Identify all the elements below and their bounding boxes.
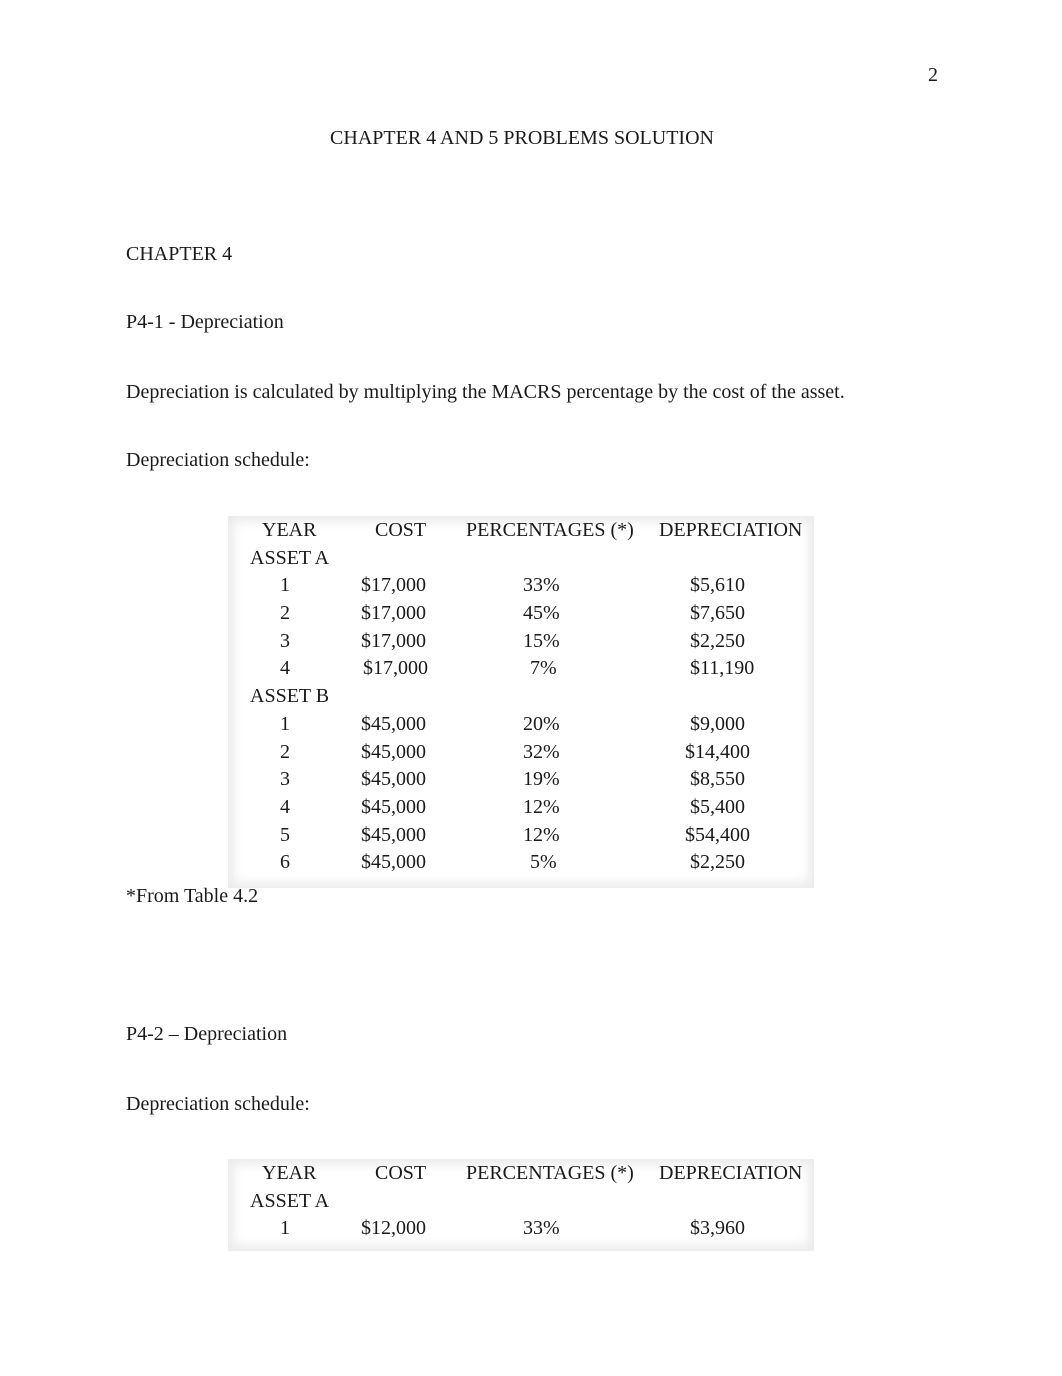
depreciation-table-1: YEAR COST PERCENTAGES (*) DEPRECIATION A… [228,516,814,888]
depreciation-table-2: YEAR COST PERCENTAGES (*) DEPRECIATION A… [228,1159,814,1251]
cell-year: 4 [280,657,290,680]
cell-percentage: 32% [523,740,560,763]
table-row: 1 $45,000 20% $9,000 [228,710,814,738]
cell-depreciation: $5,610 [690,574,745,597]
cell-depreciation: $5,400 [690,795,745,818]
table-row: 4 $17,000 7% $11,190 [228,654,814,682]
cell-cost: $45,000 [361,795,426,818]
cell-cost: $45,000 [361,768,426,791]
problem-1-intro: Depreciation is calculated by multiplyin… [126,381,845,403]
table-row: 4 $45,000 12% $5,400 [228,793,814,821]
cell-cost: $17,000 [361,602,426,625]
cell-percentage: 12% [523,823,560,846]
cell-cost: $17,000 [363,657,428,680]
asset-group-label: ASSET B [228,682,814,710]
cell-cost: $12,000 [361,1217,426,1240]
cell-year: 2 [280,602,290,625]
asset-label: ASSET A [250,546,330,569]
table-row: 1 $12,000 33% $3,960 [228,1214,814,1242]
cell-year: 4 [280,795,290,818]
cell-cost: $45,000 [361,851,426,874]
cell-depreciation: $2,250 [690,629,745,652]
table-row: 5 $45,000 12% $54,400 [228,821,814,849]
table-header-row: YEAR COST PERCENTAGES (*) DEPRECIATION [228,1159,814,1187]
cell-cost: $17,000 [361,629,426,652]
chapter-heading: CHAPTER 4 [126,243,233,265]
problem-1-schedule-label: Depreciation schedule: [126,449,310,471]
document-title: CHAPTER 4 AND 5 PROBLEMS SOLUTION [330,127,714,149]
cell-percentage: 45% [523,602,560,625]
cell-percentage: 20% [523,712,560,735]
cell-depreciation: $11,190 [690,657,755,680]
cell-year: 1 [280,574,290,597]
table-row: 6 $45,000 5% $2,250 [228,848,814,876]
cell-year: 5 [280,823,290,846]
cell-percentage: 12% [523,795,560,818]
header-depreciation: DEPRECIATION [659,519,803,541]
cell-percentage: 33% [523,574,560,597]
table-row: 1 $17,000 33% $5,610 [228,571,814,599]
table-row: 3 $45,000 19% $8,550 [228,765,814,793]
cell-depreciation: $3,960 [690,1217,745,1240]
cell-depreciation: $2,250 [690,851,745,874]
cell-year: 1 [280,1217,290,1240]
header-percentages: PERCENTAGES (*) [466,519,634,541]
cell-cost: $45,000 [361,823,426,846]
table-footnote: *From Table 4.2 [126,885,259,907]
cell-depreciation: $7,650 [690,602,745,625]
header-depreciation: DEPRECIATION [659,1162,803,1184]
asset-label: ASSET A [250,1189,330,1212]
header-year: YEAR [262,1162,317,1184]
asset-group-label: ASSET A [228,1187,814,1215]
header-year: YEAR [262,519,317,541]
cell-percentage: 19% [523,768,560,791]
cell-percentage: 5% [530,851,557,874]
header-cost: COST [375,1162,427,1184]
cell-depreciation: $54,400 [685,823,750,846]
cell-cost: $17,000 [361,574,426,597]
cell-cost: $45,000 [361,712,426,735]
page-number: 2 [928,64,938,86]
table-row: 2 $45,000 32% $14,400 [228,738,814,766]
cell-depreciation: $8,550 [690,768,745,791]
cell-depreciation: $9,000 [690,712,745,735]
problem-1-heading: P4-1 - Depreciation [126,311,284,333]
cell-year: 3 [280,768,290,791]
cell-percentage: 7% [530,657,557,680]
table-row: 2 $17,000 45% $7,650 [228,599,814,627]
cell-year: 6 [280,851,290,874]
cell-cost: $45,000 [361,740,426,763]
cell-year: 1 [280,712,290,735]
asset-group-label: ASSET A [228,544,814,572]
problem-2-heading: P4-2 – Depreciation [126,1023,288,1045]
table-row: 3 $17,000 15% $2,250 [228,627,814,655]
cell-year: 3 [280,629,290,652]
header-cost: COST [375,519,427,541]
asset-label: ASSET B [250,685,330,708]
cell-percentage: 15% [523,629,560,652]
problem-2-schedule-label: Depreciation schedule: [126,1093,310,1115]
cell-depreciation: $14,400 [685,740,750,763]
header-percentages: PERCENTAGES (*) [466,1162,634,1184]
cell-percentage: 33% [523,1217,560,1240]
table-header-row: YEAR COST PERCENTAGES (*) DEPRECIATION [228,516,814,544]
cell-year: 2 [280,740,290,763]
